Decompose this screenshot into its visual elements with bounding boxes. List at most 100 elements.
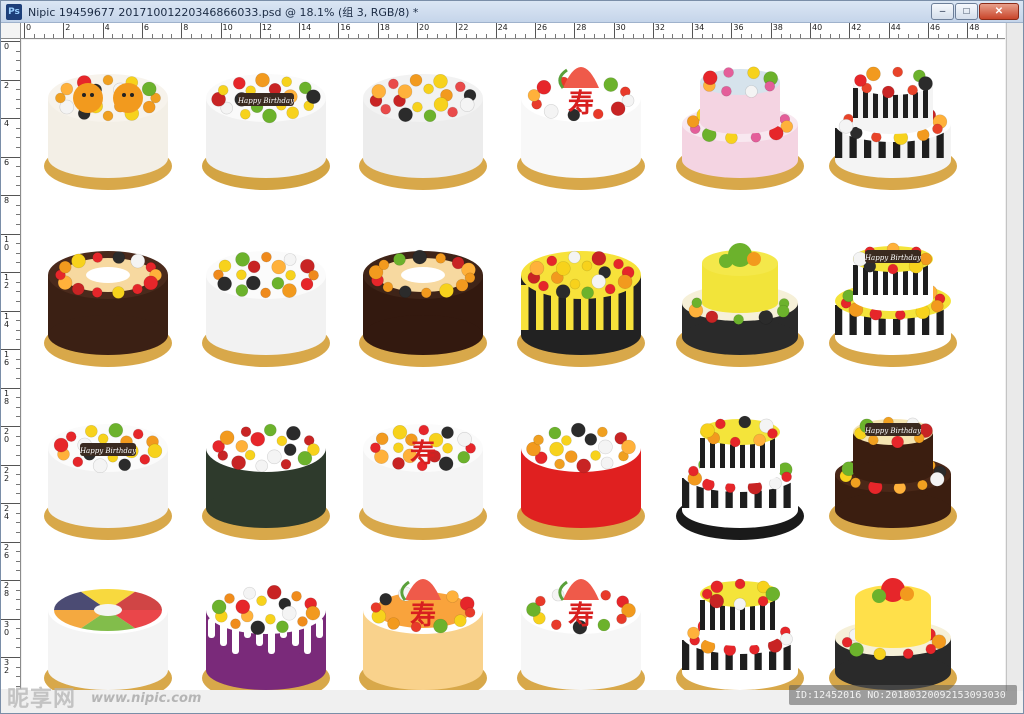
ruler-h-minor-tick — [977, 34, 979, 38]
minimize-button[interactable]: – — [931, 3, 954, 20]
ruler-v-minor-tick — [16, 628, 20, 630]
cake-image[interactable] — [825, 48, 961, 198]
ruler-v-minor-tick — [16, 445, 20, 447]
ruler-h-minor-tick — [446, 34, 448, 38]
ruler-v-minor-tick — [16, 647, 20, 649]
cake-inscription: 寿 — [568, 89, 594, 119]
cake-image[interactable] — [672, 398, 808, 548]
ruler-h-minor-tick — [859, 34, 861, 38]
ruler-v-minor-tick — [16, 435, 20, 437]
ruler-h-minor-tick — [348, 34, 350, 38]
ruler-h-minor-tick — [878, 34, 880, 38]
cake-inscription: 寿 — [410, 601, 436, 631]
cake-image[interactable] — [40, 48, 176, 198]
vertical-scrollbar[interactable] — [1006, 23, 1023, 691]
ruler-v-minor-tick — [16, 127, 20, 129]
ruler-h-label: 46 — [929, 23, 941, 32]
ruler-h-minor-tick — [593, 34, 595, 38]
cake-image[interactable] — [40, 225, 176, 375]
document-canvas[interactable]: Happy Birthday 寿 Happy Birthday Happy Birth… — [22, 40, 1005, 690]
cake-drawing — [676, 415, 804, 540]
cake-drawing: Happy Birthday — [829, 242, 957, 367]
cake-image[interactable]: Happy Birthday — [825, 398, 961, 548]
title-bar[interactable]: Ps Nipic 19459677 20171001220346866033.p… — [1, 1, 1023, 23]
cake-image[interactable]: 寿 — [355, 560, 491, 690]
ruler-h-label: 38 — [772, 23, 783, 32]
ruler-v-minor-tick — [16, 358, 20, 360]
ruler-h-minor-tick — [82, 34, 84, 38]
ruler-v-minor-tick — [16, 397, 20, 399]
cake-image[interactable] — [198, 225, 334, 375]
ruler-h-label: 40 — [812, 23, 823, 32]
ruler-h-minor-tick — [603, 34, 605, 38]
cake-drawing: Happy Birthday — [44, 422, 172, 540]
watermark-logo: 昵享网 — [7, 687, 77, 712]
ruler-h-minor-tick — [505, 34, 507, 38]
cake-inscription: 寿 — [568, 601, 594, 631]
ruler-v-minor-tick — [16, 146, 20, 148]
ruler-v-minor-tick — [16, 252, 20, 254]
image-id-badge: ID:12452016 NO:20180320092153093030 — [789, 685, 1017, 705]
cake-inscription: Happy Birthday — [864, 427, 922, 435]
ruler-h-minor-tick — [367, 34, 369, 38]
cake-image[interactable]: 寿 — [513, 48, 649, 198]
ruler-v-label: 12 — [4, 273, 10, 290]
ruler-h-minor-tick — [947, 34, 949, 38]
cake-image[interactable] — [40, 560, 176, 690]
ruler-h-label: 18 — [379, 23, 390, 32]
ruler-h-minor-tick — [790, 34, 792, 38]
cake-image[interactable] — [355, 48, 491, 198]
ruler-h-tick-line — [927, 23, 929, 38]
cake-image[interactable]: 寿 — [355, 398, 491, 548]
ruler-h-minor-tick — [918, 34, 920, 38]
ruler-h-minor-tick — [544, 34, 546, 38]
ruler-origin[interactable] — [1, 23, 21, 39]
cake-image[interactable] — [672, 48, 808, 198]
ruler-h-label: 2 — [65, 23, 71, 32]
maximize-button[interactable]: □ — [955, 3, 978, 20]
cake-image[interactable] — [825, 560, 961, 690]
cake-image[interactable] — [198, 560, 334, 690]
vertical-ruler[interactable]: 0246810121416182022242628303234 — [1, 39, 21, 689]
ruler-h-label: 30 — [615, 23, 626, 32]
ruler-h-label: 0 — [26, 23, 32, 32]
ruler-v-minor-tick — [16, 291, 20, 293]
ruler-h-tick-line — [613, 23, 615, 38]
document-title: Nipic 19459677 20171001220346866033.psd … — [28, 5, 419, 19]
ruler-h-label: 8 — [183, 23, 189, 32]
cake-image[interactable]: Happy Birthday — [40, 398, 176, 548]
ruler-h-minor-tick — [868, 34, 870, 38]
cake-image[interactable] — [672, 560, 808, 690]
ruler-h-minor-tick — [279, 34, 281, 38]
ruler-h-minor-tick — [584, 34, 586, 38]
cake-drawing — [202, 584, 330, 690]
cake-image[interactable] — [355, 225, 491, 375]
cake-image[interactable]: 寿 — [513, 560, 649, 690]
ruler-v-minor-tick — [16, 560, 20, 562]
ruler-h-tick-line — [652, 23, 654, 38]
ruler-h-minor-tick — [937, 34, 939, 38]
ruler-h-tick-line — [259, 23, 261, 38]
window-controls: – □ ✕ — [930, 3, 1019, 20]
ruler-h-tick-line — [849, 23, 851, 38]
ruler-h-minor-tick — [387, 34, 389, 38]
ruler-v-label: 20 — [4, 427, 10, 444]
cake-image[interactable] — [672, 225, 808, 375]
ruler-v-minor-tick — [16, 676, 20, 678]
cake-image[interactable] — [198, 398, 334, 548]
horizontal-ruler[interactable]: 0 2 4 6 8 10 12 14 16 18 20 22 24 26 28 30 32 34 36 38 40 42 4… — [21, 23, 1005, 39]
cake-image[interactable] — [513, 398, 649, 548]
ruler-h-minor-tick — [721, 34, 723, 38]
ruler-h-minor-tick — [908, 34, 910, 38]
cake-image[interactable] — [513, 225, 649, 375]
ruler-h-minor-tick — [132, 34, 134, 38]
photoshop-document-window: Ps Nipic 19459677 20171001220346866033.p… — [0, 0, 1024, 714]
ruler-v-minor-tick — [16, 570, 20, 572]
ruler-h-minor-tick — [200, 34, 202, 38]
ruler-v-minor-tick — [16, 166, 20, 168]
ruler-v-minor-tick — [16, 300, 20, 302]
cake-image[interactable]: Happy Birthday — [198, 48, 334, 198]
cake-image[interactable]: Happy Birthday — [825, 225, 961, 375]
ruler-h-minor-tick — [986, 34, 988, 38]
close-button[interactable]: ✕ — [979, 3, 1019, 20]
